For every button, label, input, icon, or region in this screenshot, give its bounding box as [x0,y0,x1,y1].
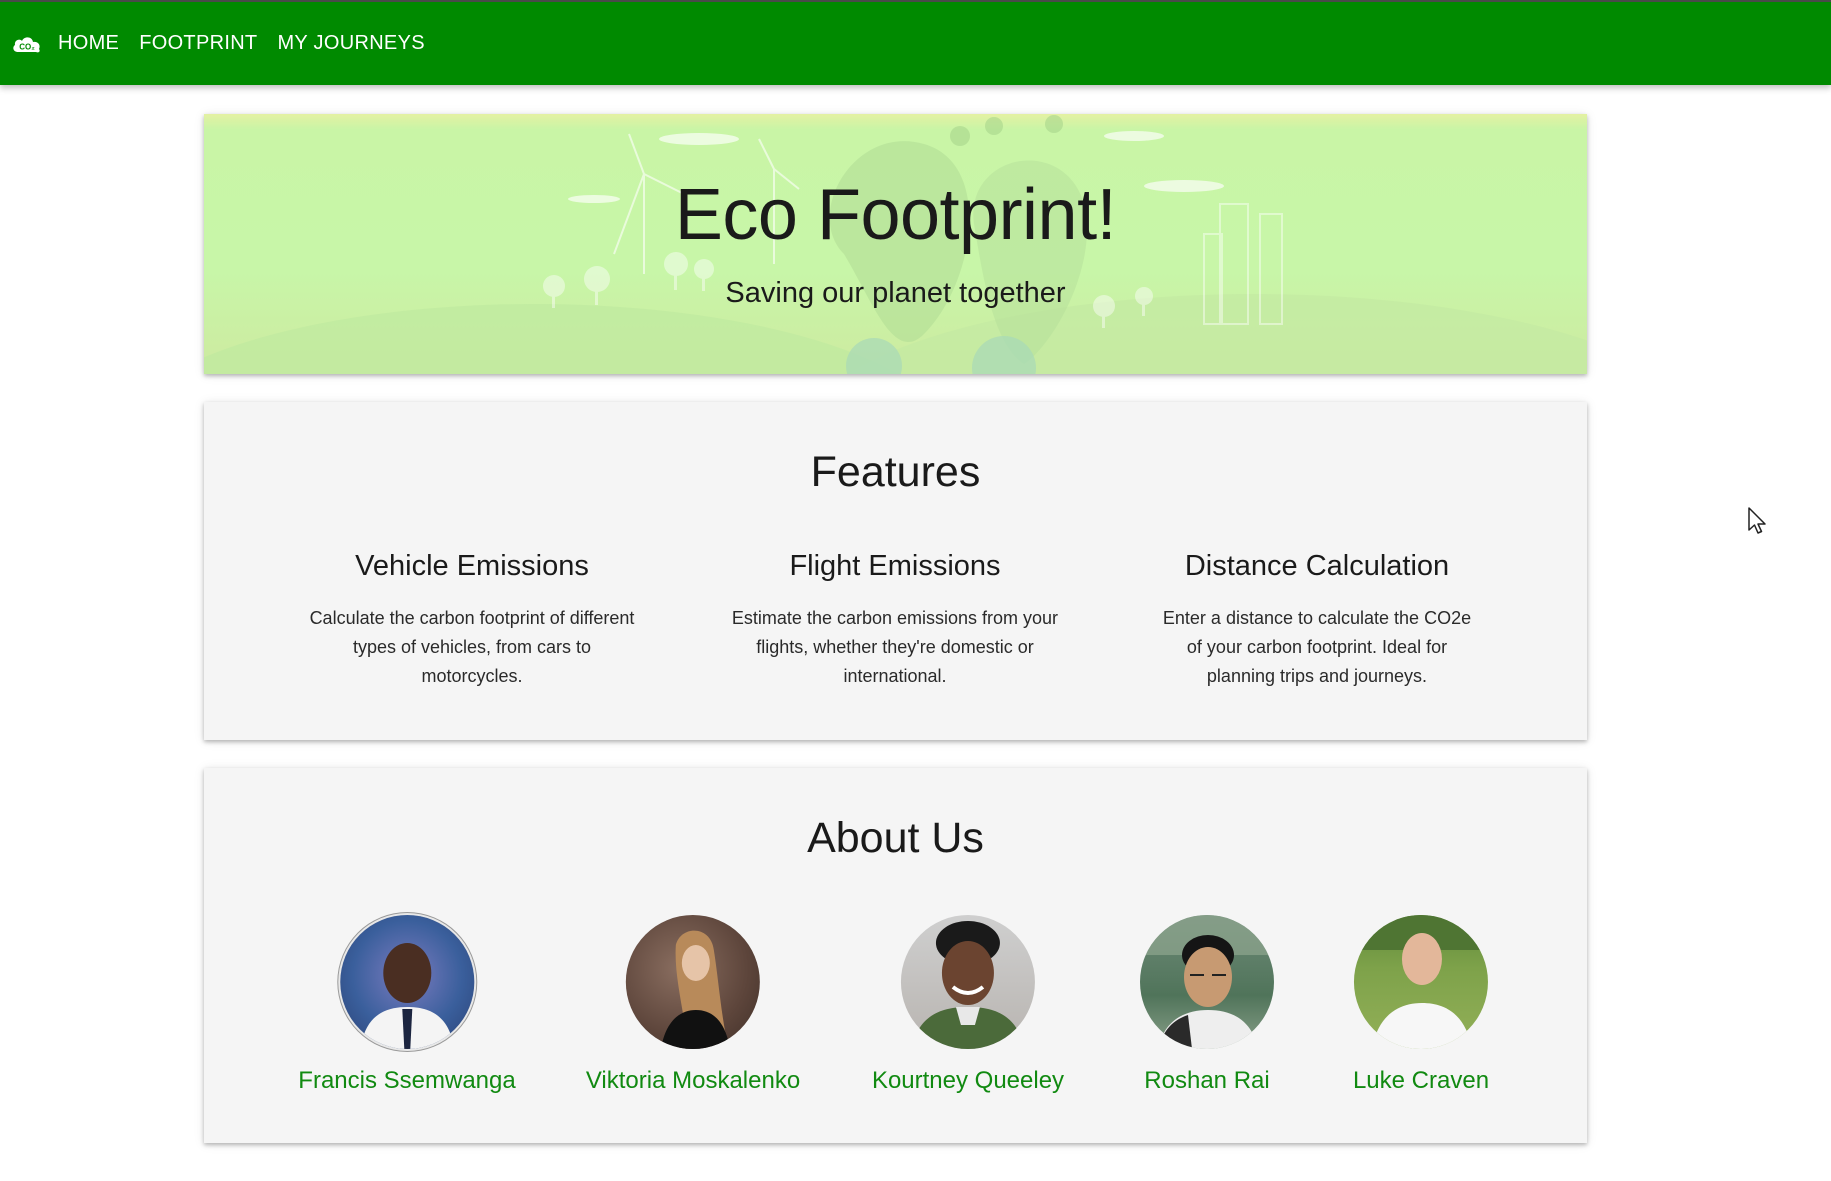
hero-title: Eco Footprint! [674,175,1117,255]
avatar [339,915,474,1049]
features-title: Features [810,448,981,496]
features-section: Features Vehicle Emissions Calculate the… [204,402,1587,740]
feature-heading: Distance Calculation [1184,550,1450,582]
team-member-name: Viktoria Moskalenko [585,1067,801,1094]
page: CO₂ HOME FOOTPRINT MY JOURNEYS Eco Footp… [0,0,1831,1181]
team-member-card[interactable]: Viktoria Moskalenko [586,915,800,1095]
feature-heading: Flight Emissions [789,550,1001,582]
team-member-name: Roshan Rai [1144,1067,1270,1094]
hero-subtitle: Saving our planet together [725,277,1066,309]
team-member-name: Francis Ssemwanga [298,1067,516,1094]
feature-heading: Vehicle Emissions [355,550,589,582]
nav-footprint-link[interactable]: FOOTPRINT [139,1,257,86]
feature-description: Estimate the carbon emissions from your … [731,608,1059,686]
team-member-name: Luke Craven [1352,1067,1490,1094]
team-member-name: Kourtney Queeley [871,1067,1065,1094]
co2-cloud-icon[interactable]: CO₂ [10,31,44,57]
avatar [1140,915,1274,1049]
nav-my-journeys-link[interactable]: MY JOURNEYS [277,1,424,86]
about-us-section: About Us Francis Ssemwanga Viktoria Mosk… [204,768,1587,1143]
feature-description: Enter a distance to calculate the CO2e o… [1162,608,1472,686]
avatar [901,915,1035,1049]
hero-banner: Eco Footprint! Saving our planet togethe… [204,114,1587,374]
nav-home-link[interactable]: HOME [58,1,119,86]
feature-flight-emissions: Flight Emissions Estimate the carbon emi… [715,548,1075,691]
avatar [625,915,760,1049]
feature-distance-calculation: Distance Calculation Enter a distance to… [1137,548,1497,691]
mouse-cursor-icon [1748,507,1766,534]
team-member-card[interactable]: Luke Craven [1353,915,1489,1095]
feature-vehicle-emissions: Vehicle Emissions Calculate the carbon f… [292,548,652,691]
team-member-card[interactable]: Francis Ssemwanga [298,915,516,1095]
avatar [1353,915,1488,1049]
top-navbar: CO₂ HOME FOOTPRINT MY JOURNEYS [0,0,1831,85]
team-member-card[interactable]: Kourtney Queeley [872,915,1064,1095]
about-us-title: About Us [807,814,984,862]
team-member-card[interactable]: Roshan Rai [1140,915,1274,1095]
co2-logo-text: CO₂ [19,42,35,51]
feature-description: Calculate the carbon footprint of differ… [309,608,635,686]
